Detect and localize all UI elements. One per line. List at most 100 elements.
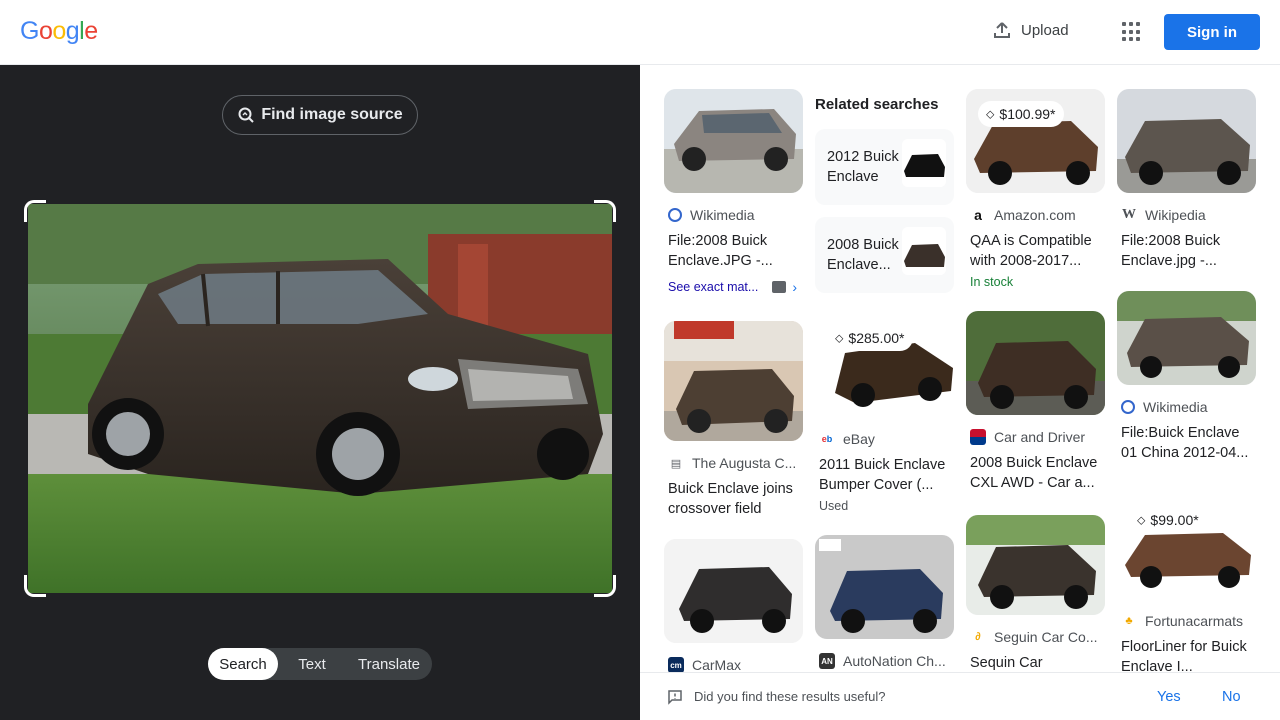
find-image-source-button[interactable]: Find image source bbox=[222, 95, 418, 135]
mode-text-tab[interactable]: Text bbox=[278, 648, 346, 680]
related-search-thumb bbox=[902, 227, 946, 275]
result-source[interactable]: Car and Driver bbox=[966, 429, 1105, 445]
result-title[interactable]: Buick Enclave joins crossover field bbox=[664, 479, 803, 519]
stock-status: In stock bbox=[970, 275, 1014, 289]
logo-letter: o bbox=[38, 17, 53, 45]
price-badge: ⬦ $100.99* bbox=[978, 101, 1065, 127]
result-thumbnail[interactable] bbox=[966, 515, 1105, 615]
source-name: Wikimedia bbox=[690, 207, 755, 223]
query-photo bbox=[28, 204, 612, 593]
mode-translate-tab[interactable]: Translate bbox=[346, 648, 432, 680]
mode-search-tab[interactable]: Search bbox=[208, 648, 278, 680]
result-title[interactable]: File:2008 Buick Enclave.JPG -... bbox=[664, 231, 803, 271]
result-card[interactable]: W Wikipedia File:2008 Buick Enclave.jpg … bbox=[1117, 89, 1256, 271]
see-exact-label: See exact mat... bbox=[668, 280, 759, 294]
result-title[interactable]: 2008 Buick Enclave CXL AWD - Car a... bbox=[966, 453, 1105, 493]
result-title[interactable]: Sequin Car bbox=[966, 653, 1105, 672]
result-title[interactable]: FloorLiner for Buick Enclave I... bbox=[1117, 637, 1256, 672]
result-card[interactable]: ⬦ $100.99* a Amazon.com QAA is Compatibl… bbox=[966, 89, 1105, 289]
result-thumbnail[interactable] bbox=[966, 311, 1105, 415]
amazon-icon: a bbox=[974, 207, 982, 223]
result-card[interactable]: cm CarMax bbox=[664, 539, 803, 672]
result-card[interactable]: ⬦ $99.00* ♣ Fortunacarmats FloorLiner fo… bbox=[1117, 495, 1256, 672]
result-thumbnail[interactable] bbox=[1117, 89, 1256, 193]
result-title[interactable]: QAA is Compatible with 2008-2017... bbox=[966, 231, 1105, 271]
upload-icon bbox=[994, 22, 1010, 38]
related-searches-heading: Related searches bbox=[815, 96, 939, 113]
wikimedia-icon bbox=[1121, 400, 1135, 414]
wikimedia-icon bbox=[668, 208, 682, 222]
price-value: $285.00* bbox=[848, 330, 905, 346]
source-name: eBay bbox=[843, 431, 875, 447]
result-card[interactable]: Wikimedia File:2008 Buick Enclave.JPG -.… bbox=[664, 89, 803, 295]
fortunacarmats-icon: ♣ bbox=[1125, 615, 1133, 627]
source-name: The Augusta C... bbox=[692, 455, 797, 471]
feedback-no-button[interactable]: No bbox=[1222, 689, 1241, 705]
result-source[interactable]: eb eBay bbox=[815, 431, 954, 447]
query-image-pane: Find image source Search Text Translate bbox=[0, 65, 640, 720]
source-name: Amazon.com bbox=[994, 207, 1076, 223]
price-badge: ⬦ $99.00* bbox=[1129, 507, 1208, 533]
result-title[interactable]: 2011 Buick Enclave Bumper Cover (... bbox=[815, 455, 954, 495]
result-thumbnail[interactable] bbox=[664, 321, 803, 441]
crop-selector[interactable] bbox=[24, 200, 616, 597]
logo-letter: g bbox=[65, 17, 80, 45]
related-search-thumb bbox=[902, 139, 946, 187]
result-thumbnail[interactable]: ⬦ $99.00* bbox=[1117, 495, 1256, 599]
augusta-icon: ▤ bbox=[670, 457, 682, 470]
result-card[interactable]: AN AutoNation Ch... bbox=[815, 535, 954, 669]
feedback-bar: Did you find these results useful? Yes N… bbox=[640, 672, 1280, 720]
result-card[interactable]: ∂ Seguin Car Co... Sequin Car bbox=[966, 515, 1105, 672]
result-source[interactable]: Wikimedia bbox=[664, 207, 803, 223]
price-value: $99.00* bbox=[1150, 512, 1199, 528]
result-source[interactable]: ♣ Fortunacarmats bbox=[1117, 613, 1256, 629]
result-thumbnail[interactable]: ⬦ $100.99* bbox=[966, 89, 1105, 193]
autonation-icon: AN bbox=[819, 653, 835, 669]
result-condition: Used bbox=[819, 499, 849, 513]
source-name: AutoNation Ch... bbox=[843, 653, 946, 669]
top-bar: Google Upload Sign in bbox=[0, 0, 1280, 65]
logo-letter: G bbox=[20, 17, 39, 45]
price-value: $100.99* bbox=[999, 106, 1056, 122]
feedback-yes-button[interactable]: Yes bbox=[1157, 689, 1181, 705]
related-search-item[interactable]: 2012 Buick Enclave bbox=[815, 129, 954, 205]
upload-button[interactable]: Upload bbox=[992, 20, 1069, 40]
result-title[interactable]: File:Buick Enclave 01 China 2012-04... bbox=[1117, 423, 1256, 463]
result-source[interactable]: Wikimedia bbox=[1117, 399, 1256, 415]
result-thumbnail[interactable] bbox=[815, 535, 954, 639]
result-source[interactable]: W Wikipedia bbox=[1117, 207, 1256, 223]
result-thumbnail[interactable]: ⬦ $285.00* bbox=[815, 313, 954, 417]
result-source[interactable]: ▤ The Augusta C... bbox=[664, 455, 803, 471]
google-logo[interactable]: Google bbox=[20, 17, 98, 46]
related-search-label: 2012 Buick Enclave bbox=[827, 149, 899, 185]
result-source[interactable]: ∂ Seguin Car Co... bbox=[966, 629, 1105, 645]
image-search-icon bbox=[238, 107, 255, 123]
related-search-label: 2008 Buick Enclave... bbox=[827, 237, 899, 273]
result-source[interactable]: cm CarMax bbox=[664, 657, 803, 672]
apps-grid-icon[interactable] bbox=[1122, 22, 1142, 42]
result-card[interactable]: Car and Driver 2008 Buick Enclave CXL AW… bbox=[966, 311, 1105, 493]
see-exact-matches-link[interactable]: See exact mat... › bbox=[664, 279, 803, 295]
result-thumbnail[interactable] bbox=[664, 89, 803, 193]
related-search-item[interactable]: 2008 Buick Enclave... bbox=[815, 217, 954, 293]
source-name: Wikimedia bbox=[1143, 399, 1208, 415]
source-name: CarMax bbox=[692, 657, 742, 672]
feedback-icon bbox=[668, 690, 682, 705]
result-card[interactable]: ▤ The Augusta C... Buick Enclave joins c… bbox=[664, 321, 803, 519]
sign-in-button[interactable]: Sign in bbox=[1164, 14, 1260, 50]
result-thumbnail[interactable] bbox=[664, 539, 803, 643]
results-pane: Wikimedia File:2008 Buick Enclave.JPG -.… bbox=[640, 65, 1280, 672]
result-thumbnail[interactable] bbox=[1117, 291, 1256, 385]
source-name: Fortunacarmats bbox=[1145, 613, 1244, 629]
upload-label: Upload bbox=[1021, 21, 1069, 39]
result-card[interactable]: Wikimedia File:Buick Enclave 01 China 20… bbox=[1117, 291, 1256, 463]
result-source[interactable]: a Amazon.com bbox=[966, 207, 1105, 223]
result-source[interactable]: AN AutoNation Ch... bbox=[815, 653, 954, 669]
find-image-source-label: Find image source bbox=[261, 106, 403, 123]
result-card[interactable]: ⬦ $285.00* eb eBay 2011 Buick Enclave Bu… bbox=[815, 313, 954, 513]
price-tag-icon: ⬦ bbox=[986, 106, 995, 121]
source-name: Car and Driver bbox=[994, 429, 1086, 445]
result-title[interactable]: File:2008 Buick Enclave.jpg -... bbox=[1117, 231, 1256, 271]
chevron-right-icon: › bbox=[792, 279, 797, 295]
ebay-icon: eb bbox=[821, 434, 833, 444]
